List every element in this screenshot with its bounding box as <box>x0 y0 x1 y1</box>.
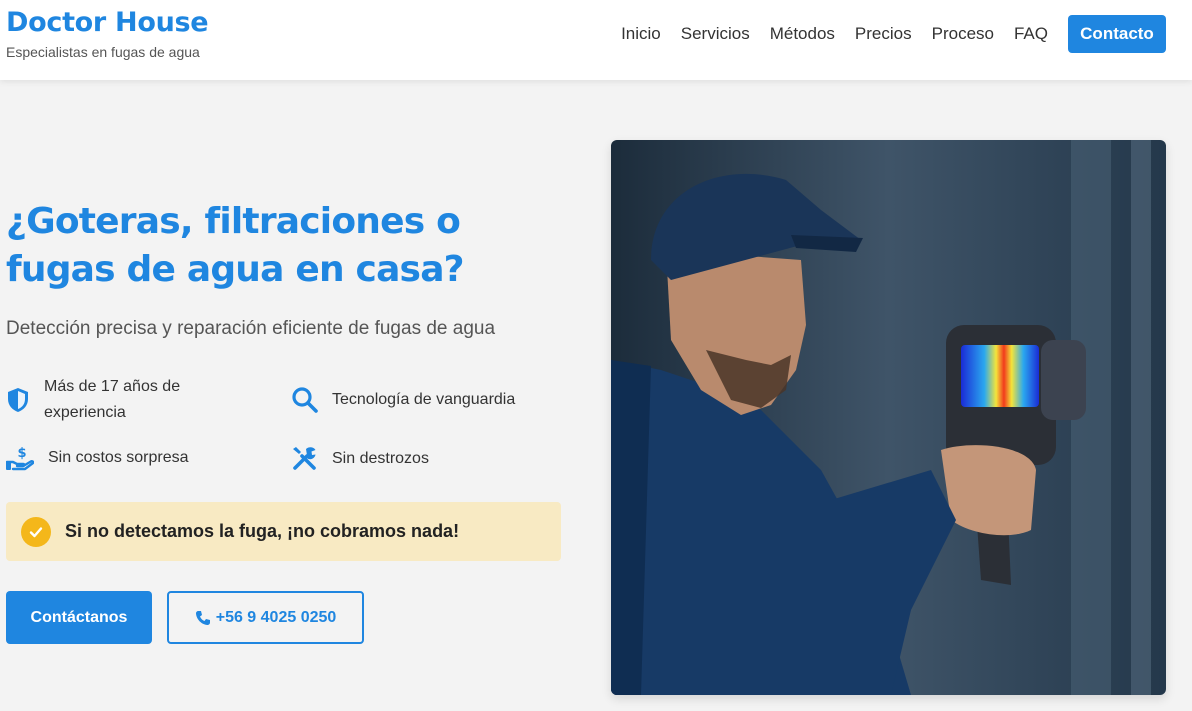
guarantee-banner: Si no detectamos la fuga, ¡no cobramos n… <box>6 502 561 561</box>
nav-metodos[interactable]: Métodos <box>770 24 835 44</box>
hero-title: ¿Goteras, filtraciones o fugas de agua e… <box>6 201 465 290</box>
nav-faq[interactable]: FAQ <box>1014 24 1048 44</box>
phone-button[interactable]: +56 9 4025 0250 <box>167 591 364 644</box>
guarantee-text: Si no detectamos la fuga, ¡no cobramos n… <box>65 521 460 541</box>
hero-image-technician <box>611 140 1166 695</box>
feature-experience-text: Más de 17 años de experiencia <box>44 378 181 421</box>
feature-technology-text: Tecnología de vanguardia <box>332 390 516 408</box>
shield-icon <box>8 388 28 412</box>
feature-no-damage-text: Sin destrozos <box>332 449 429 467</box>
feature-no-damage: Sin destrozos <box>291 445 429 472</box>
site-header: Doctor House Especialistas en fugas de a… <box>0 0 1192 80</box>
brand[interactable]: Doctor House Especialistas en fugas de a… <box>6 6 209 60</box>
feature-experience: Más de 17 años de experiencia <box>6 374 266 426</box>
brand-tagline: Especialistas en fugas de agua <box>6 44 200 60</box>
check-icon <box>21 516 51 547</box>
contact-us-button[interactable]: Contáctanos <box>6 591 152 644</box>
phone-number: +56 9 4025 0250 <box>215 608 337 626</box>
nav-proceso[interactable]: Proceso <box>932 24 994 44</box>
hero-subtitle: Detección precisa y reparación eficiente… <box>6 318 496 339</box>
nav-inicio[interactable]: Inicio <box>621 24 661 44</box>
nav-servicios[interactable]: Servicios <box>681 24 750 44</box>
search-icon <box>292 387 318 413</box>
brand-name[interactable]: Doctor House <box>6 6 209 40</box>
feature-no-surprise-costs: $ Sin costos sorpresa <box>6 445 189 471</box>
contact-button[interactable]: Contacto <box>1068 15 1166 53</box>
phone-icon <box>195 610 210 625</box>
svg-text:$: $ <box>17 446 26 461</box>
money-hand-icon: $ <box>6 446 34 471</box>
feature-technology: Tecnología de vanguardia <box>291 386 515 413</box>
feature-no-surprise-costs-text: Sin costos sorpresa <box>48 449 189 466</box>
nav-precios[interactable]: Precios <box>855 24 912 44</box>
main-nav: Inicio Servicios Métodos Precios Proceso… <box>621 15 1166 53</box>
tools-icon <box>293 447 316 470</box>
